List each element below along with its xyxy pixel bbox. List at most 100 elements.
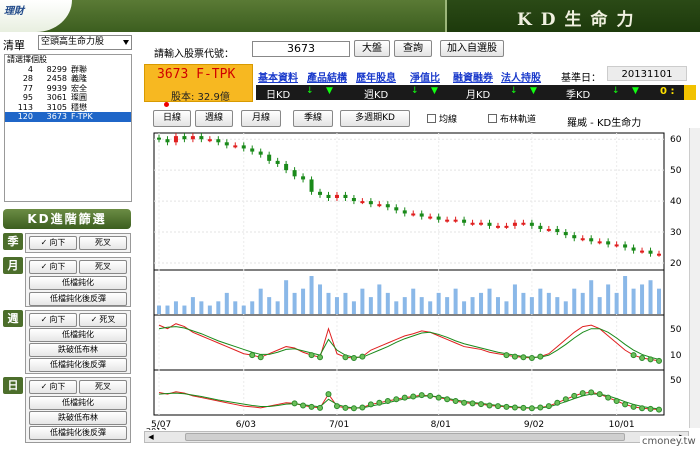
bollinger-checkbox[interactable]: 布林軌道 [488, 112, 536, 125]
stock-info-box: 3673 F-TPK 股本: 32.9億 [144, 64, 253, 103]
week-kd-label: 週KD [364, 90, 389, 101]
day-low-button[interactable]: 低檔鈍化 [29, 396, 127, 410]
candle-body [258, 151, 263, 155]
stock-title: 3673 F-TPK [157, 67, 236, 82]
ma-checkbox[interactable]: 均線 [427, 112, 457, 125]
month-down-label: 向下 [49, 262, 66, 271]
link-margin-trading[interactable]: 融資融券 [453, 69, 493, 84]
candle-body [640, 250, 645, 253]
low-kd-marker [622, 401, 629, 408]
stock-list-item[interactable]: 4 8299 群聯 [5, 65, 131, 75]
stock-list-item[interactable]: 28 2458 義隆 [5, 74, 131, 84]
horizontal-scrollbar[interactable]: ◀ ▶ [144, 431, 689, 443]
stock-list-item[interactable]: 120 3673 F-TPK [5, 112, 131, 122]
low-kd-marker [359, 404, 366, 411]
day-dead-button[interactable]: 死叉 [79, 380, 127, 394]
candle-body [504, 225, 509, 228]
stock-list-item[interactable]: 95 3061 璨圓 [5, 93, 131, 103]
stock-code-input[interactable]: 3673 [252, 41, 350, 57]
scroll-left-icon[interactable]: ◀ [146, 433, 156, 441]
month-low-button[interactable]: 低檔鈍化 [29, 276, 127, 290]
day-break-button[interactable]: 跌破低布林 [29, 411, 127, 425]
low-kd-marker [503, 352, 510, 359]
candle-body [318, 191, 323, 195]
week-rebound-button[interactable]: 低檔鈍化後反彈 [29, 358, 127, 372]
low-kd-marker [528, 355, 535, 361]
kd-filter-title: KD進階篩選 [3, 209, 131, 229]
candle-body [233, 145, 238, 148]
volume-bar [284, 280, 289, 314]
volume-bar [190, 297, 195, 314]
month-dead-label: 死叉 [95, 262, 111, 271]
period-weekly-button[interactable]: 週線 [195, 110, 233, 127]
link-product-structure[interactable]: 產品結構 [307, 69, 347, 84]
candle-body [377, 204, 382, 207]
brand-title: KD生命力 [517, 10, 643, 30]
query-button[interactable]: 查詢 [394, 40, 432, 57]
volume-bar [606, 284, 611, 314]
candle-body [275, 160, 280, 164]
checkbox-icon [488, 114, 497, 123]
day-rebound-label: 低檔鈍化後反彈 [50, 428, 106, 437]
low-kd-marker [461, 399, 468, 406]
week-low-button[interactable]: 低檔鈍化 [29, 328, 127, 342]
season-down-button[interactable]: ✓ 向下 [29, 236, 77, 250]
candle-body [190, 136, 195, 140]
volume-bar [301, 288, 306, 314]
low-kd-marker [511, 404, 518, 411]
stock-list-item[interactable]: 113 3105 穩懋 [5, 103, 131, 113]
stock-code: 8299 [46, 64, 67, 74]
stock-name: 義隆 [71, 74, 87, 83]
stock-list[interactable]: 請選擇個股 4 8299 群聯 28 2458 義隆 77 9939 宏全 95 3061 璨圓 113… [4, 54, 132, 202]
x-tick-label: 6/03 [236, 420, 256, 430]
candle-body [207, 139, 212, 142]
day-down-button[interactable]: ✓ 向下 [29, 380, 77, 394]
period-monthly-button[interactable]: 月線 [241, 110, 281, 127]
month-down-button[interactable]: ✓ 向下 [29, 260, 77, 274]
day-rebound-button[interactable]: 低檔鈍化後反彈 [29, 426, 127, 440]
scroll-thumb[interactable] [185, 433, 625, 441]
month-dead-button[interactable]: 死叉 [79, 260, 127, 274]
week-dead-button[interactable]: ✓ 死叉 [79, 313, 127, 327]
link-dividend-history[interactable]: 歷年股息 [356, 69, 396, 84]
low-kd-marker [503, 403, 510, 410]
week-break-button[interactable]: 跌破低布林 [29, 343, 127, 357]
week-rebound-label: 低檔鈍化後反彈 [50, 360, 106, 369]
candle-body [436, 216, 441, 220]
low-kd-marker [639, 405, 646, 412]
list-select[interactable]: 空頭高生命力股 [38, 35, 132, 50]
vertical-scrollbar[interactable] [689, 128, 700, 428]
stock-name: 穩懋 [71, 102, 87, 112]
link-institutional[interactable]: 法人持股 [501, 69, 541, 84]
week-down-button[interactable]: ✓ 向下 [29, 313, 77, 327]
kd-chart: 60504030205/076/037/018/019/0210/0120135… [146, 132, 682, 436]
chart-area[interactable]: 60504030205/076/037/018/019/0210/0120135… [144, 128, 700, 450]
stock-list-item[interactable]: 77 9939 宏全 [5, 84, 131, 94]
volume-bar [157, 305, 161, 314]
season-dead-button[interactable]: 死叉 [79, 236, 127, 250]
ma-checkbox-label: 均線 [439, 115, 458, 125]
link-pb-ratio[interactable]: 淨值比 [410, 69, 440, 84]
market-button[interactable]: 大盤 [354, 40, 390, 57]
period-daily-button[interactable]: 日線 [153, 110, 191, 127]
candle-body [368, 201, 373, 205]
low-kd-marker [376, 399, 383, 406]
stock-idx: 120 [17, 112, 33, 121]
kd-value: 0 : [660, 86, 675, 97]
volume-bar [572, 288, 577, 314]
day-break-label: 跌破低布林 [58, 413, 98, 422]
period-multi-kd-button[interactable]: 多週期KD [340, 110, 410, 127]
low-kd-marker [545, 403, 552, 410]
low-kd-marker [554, 399, 561, 406]
period-quarterly-button[interactable]: 季線 [293, 110, 333, 127]
low-kd-marker [308, 352, 315, 359]
stock-idx: 28 [22, 74, 33, 83]
kd-tick-label: 10 [670, 351, 682, 361]
link-basic-info[interactable]: 基本資料 [258, 69, 298, 84]
month-rebound-button[interactable]: 低檔鈍化後反彈 [29, 292, 127, 306]
candle-body [394, 207, 399, 211]
add-watchlist-button[interactable]: 加入自選股 [440, 40, 504, 57]
month-rebound-label: 低檔鈍化後反彈 [50, 294, 106, 303]
low-kd-marker [596, 391, 603, 398]
volume-bar [385, 292, 390, 314]
